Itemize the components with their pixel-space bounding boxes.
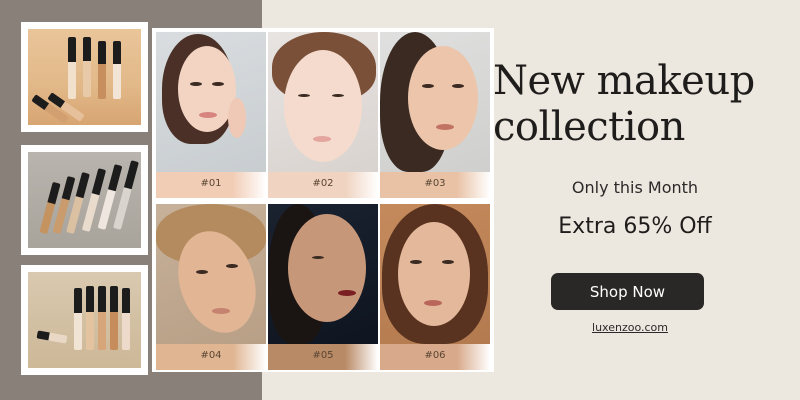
shade-card-05[interactable]: #05 [268,204,378,370]
concealer-tube [98,286,106,350]
shade-label: #01 [200,178,222,189]
shade-label: #02 [312,178,334,189]
headline-line-2: collection [493,104,685,150]
model-photo [268,204,378,344]
shop-now-button[interactable]: Shop Now [551,273,704,310]
headline: New makeup collection [493,58,793,150]
model-photo [380,32,490,172]
shade-grid-panel: #01 #02 #03 #04 #05 #06 [152,28,494,372]
shade-card-03[interactable]: #03 [380,32,490,198]
model-photo [380,204,490,344]
concealer-tube [68,37,76,99]
concealer-tube [110,286,118,350]
shade-card-02[interactable]: #02 [268,32,378,198]
concealer-tube [98,41,106,99]
concealer-tube [36,330,68,344]
shade-card-04[interactable]: #04 [156,204,266,370]
shade-label: #06 [424,350,446,361]
concealer-tube [86,286,94,350]
shade-card-06[interactable]: #06 [380,204,490,370]
concealer-tube [83,37,91,97]
model-photo [156,32,266,172]
product-photo-1 [21,22,148,132]
shade-label: #03 [424,178,446,189]
website-link[interactable]: luxenzoo.com [560,321,700,334]
shade-label: #04 [200,350,222,361]
concealer-tube [74,288,82,350]
model-photo [268,32,378,172]
shade-label: #05 [312,350,334,361]
subheading: Only this Month [571,178,699,197]
concealer-tube [122,288,130,350]
model-photo [156,204,266,344]
discount-offer: Extra 65% Off [558,214,712,239]
product-photo-3 [21,265,148,375]
headline-line-1: New makeup [493,58,755,104]
product-photo-2 [21,145,148,255]
concealer-tube [113,41,121,99]
shade-card-01[interactable]: #01 [156,32,266,198]
